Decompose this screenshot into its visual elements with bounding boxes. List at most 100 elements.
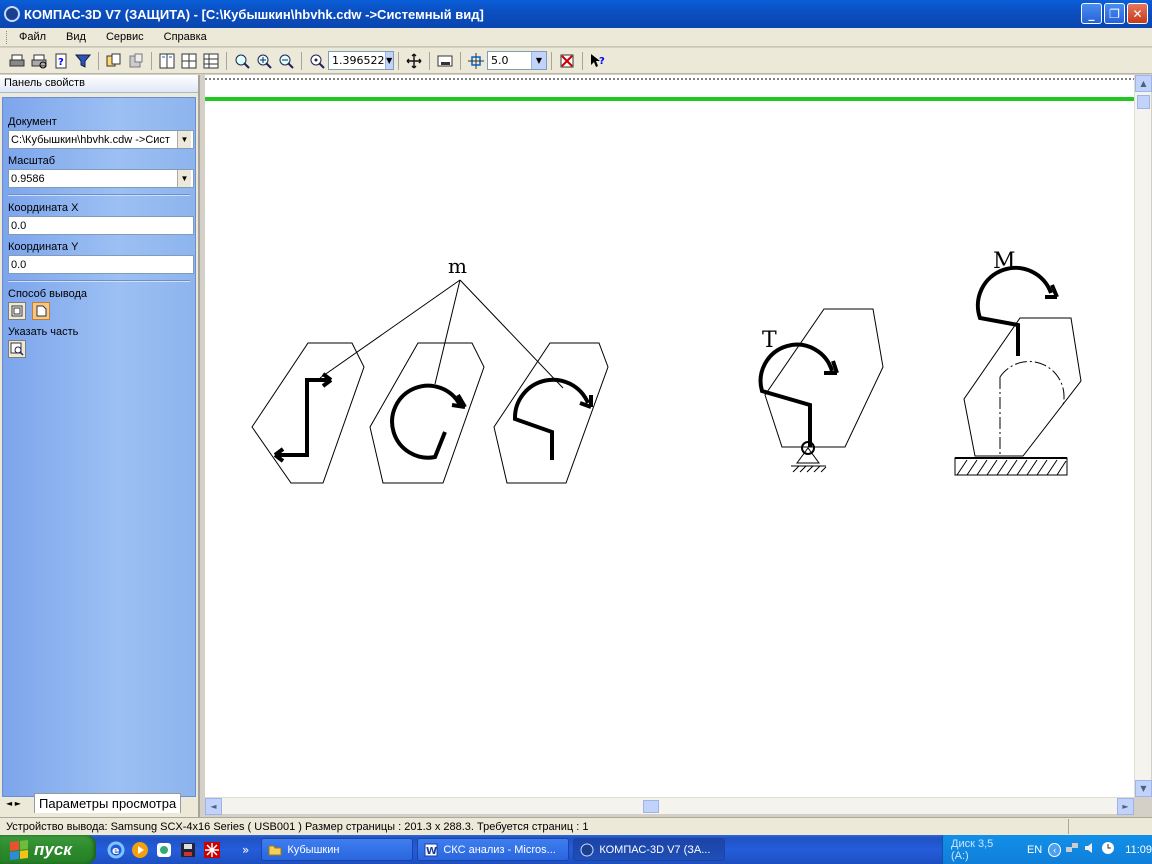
task-label: СКС анализ - Micros... xyxy=(443,843,556,856)
toolbar-separator xyxy=(98,51,99,70)
print-icon[interactable] xyxy=(8,52,26,70)
zoom-combo[interactable]: 1.396522 ▼ xyxy=(328,51,394,70)
output-fit-button[interactable] xyxy=(8,302,26,320)
task-kompas[interactable]: КОМПАС-3D V7 (ЗА... xyxy=(573,838,726,861)
taskbar: пуск e » Кубышкин W СКС анализ - Micros.… xyxy=(0,835,1152,864)
minimize-button[interactable]: _ xyxy=(1081,3,1102,24)
menu-service[interactable]: Сервис xyxy=(106,31,144,43)
tab-view-parameters[interactable]: Параметры просмотра xyxy=(34,793,182,813)
leader-lines-m xyxy=(319,279,564,389)
menu-help[interactable]: Справка xyxy=(164,31,207,43)
chevron-down-icon[interactable]: ▼ xyxy=(177,131,191,148)
coord-y-label: Координата Y xyxy=(8,241,79,253)
layout-horizontal-icon[interactable] xyxy=(180,52,198,70)
toolbar-separator xyxy=(460,51,461,70)
menu-file[interactable]: Файл xyxy=(19,31,46,43)
scale-value: 0.9586 xyxy=(11,172,45,185)
quicklaunch-overflow[interactable]: » xyxy=(242,843,249,857)
layout-vertical-icon[interactable] xyxy=(158,52,176,70)
context-help-icon[interactable]: ? xyxy=(589,52,607,70)
kompas-icon xyxy=(580,843,594,856)
scroll-up-button[interactable]: ▲ xyxy=(1135,75,1152,92)
svg-text:?: ? xyxy=(58,57,64,68)
language-indicator[interactable]: EN xyxy=(1027,844,1042,856)
print-preview-icon[interactable] xyxy=(30,52,48,70)
status-text: Устройство вывода: Samsung SCX-4x16 Seri… xyxy=(6,820,589,833)
task-word-doc[interactable]: W СКС анализ - Micros... xyxy=(417,838,570,861)
chevron-down-icon[interactable]: ▼ xyxy=(384,52,393,69)
chevron-down-icon[interactable]: ▼ xyxy=(531,52,546,69)
zoom-out-icon[interactable] xyxy=(277,52,295,70)
horizontal-scrollbar[interactable]: ◄ ► xyxy=(205,797,1134,815)
chevron-down-icon[interactable]: ▼ xyxy=(177,170,191,187)
kompas-app-icon[interactable] xyxy=(4,6,20,22)
menu-grip[interactable] xyxy=(6,30,9,44)
start-button[interactable]: пуск xyxy=(0,835,96,864)
step-cursor-icon[interactable] xyxy=(467,52,485,70)
windows-logo-icon xyxy=(10,839,28,860)
kompas-tray-icon[interactable] xyxy=(202,840,222,860)
select-part-button[interactable] xyxy=(8,340,26,358)
pan-icon[interactable] xyxy=(405,52,423,70)
zoom-window-icon[interactable] xyxy=(233,52,251,70)
panel-divider xyxy=(8,194,190,196)
menu-view[interactable]: Вид xyxy=(66,31,86,43)
network-icon[interactable] xyxy=(1065,841,1079,858)
panel-title: Панель свойств xyxy=(0,75,198,93)
svg-text:?: ? xyxy=(599,56,605,67)
toolbar-separator xyxy=(429,51,430,70)
coord-y-value: 0.0 xyxy=(11,258,27,271)
coord-x-label: Координата X xyxy=(8,202,79,214)
scroll-left-button[interactable]: ◄ xyxy=(205,798,222,815)
scroll-right-button[interactable]: ► xyxy=(1117,798,1134,815)
tray-disk-label[interactable]: Диск 3,5 (A:) xyxy=(951,838,1009,862)
layout-grid-icon[interactable] xyxy=(202,52,220,70)
paste-pages-icon[interactable] xyxy=(127,52,145,70)
copy-pages-icon[interactable] xyxy=(105,52,123,70)
drawing-canvas[interactable]: m T M xyxy=(205,75,1134,797)
panel-tabs: ◄ ► Параметры просмотра xyxy=(0,793,198,813)
media-player-icon[interactable] xyxy=(130,840,150,860)
filter-icon[interactable] xyxy=(74,52,92,70)
volume-icon[interactable] xyxy=(1083,841,1097,858)
vertical-scroll-thumb[interactable] xyxy=(1137,95,1150,109)
tray-clock[interactable]: 11:09 xyxy=(1125,844,1152,856)
hexagon-shape-3 xyxy=(493,342,609,484)
clock-icon[interactable] xyxy=(1101,841,1115,858)
step-combo[interactable]: 5.0 ▼ xyxy=(487,51,547,70)
label-M: M xyxy=(993,249,1016,274)
close-button[interactable]: ✕ xyxy=(1127,3,1148,24)
title-bar: КОМПАС-3D V7 (ЗАЩИТА) - [C:\Кубышкин\hbv… xyxy=(0,0,1152,28)
page-display-icon[interactable] xyxy=(436,52,454,70)
zoom-scale-icon[interactable] xyxy=(308,52,326,70)
vertical-scrollbar[interactable]: ▲ ▼ xyxy=(1134,75,1152,797)
panel-body: Документ C:\Кубышкин\hbvhk.cdw ->Сист ▼ … xyxy=(2,97,196,797)
coord-y-field[interactable]: 0.0 xyxy=(8,255,194,274)
zoom-in-icon[interactable] xyxy=(255,52,273,70)
document-select[interactable]: C:\Кубышкин\hbvhk.cdw ->Сист ▼ xyxy=(8,130,194,149)
horizontal-scroll-thumb[interactable] xyxy=(643,800,659,813)
save-disk-icon[interactable] xyxy=(178,840,198,860)
messenger-icon[interactable] xyxy=(154,840,174,860)
label-m: m xyxy=(448,254,467,278)
toolbar-separator xyxy=(226,51,227,70)
coord-x-field[interactable]: 0.0 xyxy=(8,216,194,235)
ie-icon[interactable]: e xyxy=(106,840,126,860)
task-label: Кубышкин xyxy=(287,843,340,856)
properties-panel: Панель свойств Документ C:\Кубышкин\hbvh… xyxy=(0,75,200,817)
tab-nav-arrows[interactable]: ◄ ► xyxy=(6,799,34,808)
task-kubyshkin[interactable]: Кубышкин xyxy=(261,838,414,861)
output-page-button[interactable] xyxy=(31,302,50,320)
tray-expand-icon[interactable]: ‹ xyxy=(1048,842,1062,857)
status-bar: Устройство вывода: Samsung SCX-4x16 Seri… xyxy=(0,817,1152,835)
restore-button[interactable]: ❐ xyxy=(1104,3,1125,24)
scroll-down-button[interactable]: ▼ xyxy=(1135,780,1152,797)
step-value: 5.0 xyxy=(491,54,509,67)
scale-label: Масштаб xyxy=(8,155,56,167)
help-doc-icon[interactable]: ? xyxy=(52,52,70,70)
document-value: C:\Кубышкин\hbvhk.cdw ->Сист xyxy=(11,133,170,146)
window-title: КОМПАС-3D V7 (ЗАЩИТА) - [C:\Кубышкин\hbv… xyxy=(24,6,484,22)
scale-select[interactable]: 0.9586 ▼ xyxy=(8,169,194,188)
hexagon-shape-2 xyxy=(369,342,485,484)
print-setup-icon[interactable] xyxy=(558,52,576,70)
